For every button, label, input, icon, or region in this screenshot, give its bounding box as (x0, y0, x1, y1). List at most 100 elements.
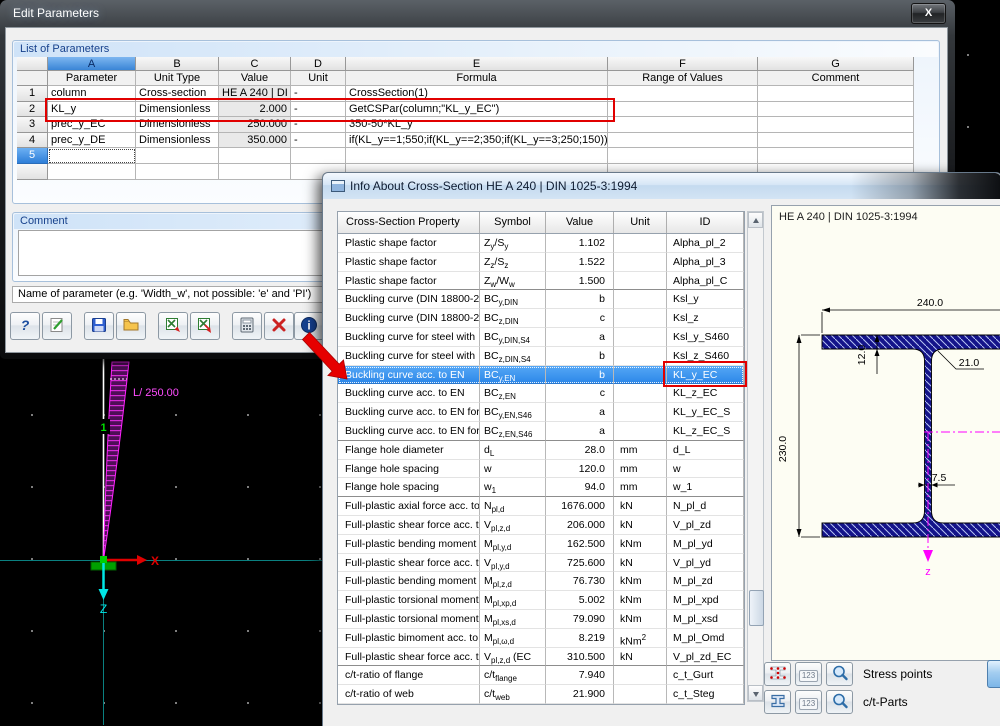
table-cell[interactable]: G (758, 57, 914, 71)
table-cell[interactable]: c/tweb (480, 685, 546, 704)
table-row[interactable]: Flange hole spacing w1 94.0 mm w_1 (338, 478, 744, 498)
table-cell[interactable]: kNm (614, 572, 667, 592)
table-cell[interactable]: C (219, 57, 291, 71)
stress-points-numbering-button[interactable]: 123 (795, 662, 822, 686)
table-cell[interactable]: 5 (17, 148, 48, 164)
table-cell[interactable]: w (667, 459, 744, 479)
table-cell[interactable] (614, 327, 667, 347)
table-cell[interactable] (614, 271, 667, 291)
table-cell[interactable] (758, 148, 914, 164)
table-cell[interactable]: Ksl_z (667, 309, 744, 328)
window-titlebar[interactable]: Info About Cross-Section HE A 240 | DIN … (323, 173, 1000, 199)
table-cell[interactable]: 7.940 (546, 666, 614, 686)
table-row[interactable]: Buckling curve (DIN 18800-2: BCy,DIN b Ksl_… (338, 290, 744, 310)
table-cell[interactable]: kN (614, 647, 667, 667)
table-cell[interactable]: Mpl,ω,d (480, 628, 546, 648)
table-cell[interactable] (614, 309, 667, 328)
table-cell[interactable]: Mpl,z,d (480, 572, 546, 592)
column-header[interactable]: Unit (614, 212, 667, 233)
table-cell[interactable]: Plastic shape factor (338, 252, 480, 272)
table-row[interactable]: c/t-ratio of web c/tweb 21.900 c_t_Steg (338, 685, 744, 704)
table-row[interactable]: 5 (17, 148, 914, 164)
table-row[interactable]: Buckling curve (DIN 18800-2: BCz,DIN c Ksl_… (338, 309, 744, 328)
table-cell[interactable]: Buckling curve acc. to EN (338, 365, 480, 385)
table-cell[interactable]: V_pl_zd (667, 515, 744, 535)
table-cell[interactable]: Vpl,z,d (480, 515, 546, 535)
table-cell[interactable]: a (546, 403, 614, 422)
table-cell[interactable]: kNm (614, 591, 667, 610)
table-cell[interactable]: M_pl_Omd (667, 628, 744, 648)
table-cell[interactable]: kN (614, 497, 667, 516)
table-cell[interactable]: Buckling curve (DIN 18800-2: (338, 309, 480, 328)
table-cell[interactable]: Full-plastic shear force acc. t (338, 647, 480, 667)
edit-comment-button[interactable] (42, 312, 72, 340)
table-cell[interactable]: Plastic shape factor (338, 271, 480, 291)
table-cell[interactable]: Zy/Sy (480, 234, 546, 253)
table-cell[interactable]: BCy,EN (480, 365, 546, 385)
table-cell[interactable] (614, 346, 667, 366)
table-cell[interactable] (758, 86, 914, 102)
table-cell[interactable] (17, 163, 48, 180)
table-cell[interactable]: M_pl_zd (667, 572, 744, 592)
table-cell[interactable]: c/t-ratio of web (338, 685, 480, 704)
table-cell[interactable]: 21.900 (546, 685, 614, 704)
table-cell[interactable]: 4 (17, 132, 48, 149)
scrollbar-thumb[interactable] (749, 590, 764, 626)
table-cell[interactable]: M_pl_xpd (667, 591, 744, 610)
table-row[interactable]: ABCDEFG (17, 57, 914, 71)
table-cell[interactable]: 8.219 (546, 628, 614, 648)
table-cell[interactable] (758, 132, 914, 149)
table-cell[interactable]: Full-plastic axial force acc. to (338, 497, 480, 516)
table-cell[interactable]: 310.500 (546, 647, 614, 667)
table-cell[interactable]: BCy,EN,S46 (480, 403, 546, 422)
table-cell[interactable]: B (136, 57, 219, 71)
table-cell[interactable]: c/t-ratio of flange (338, 666, 480, 686)
table-cell[interactable]: if(KL_y==1;550;if(KL_y==2;350;if(KL_y==3… (346, 132, 608, 149)
table-cell[interactable] (614, 421, 667, 441)
table-cell[interactable]: Ksl_y_S460 (667, 327, 744, 347)
table-scrollbar[interactable] (747, 211, 764, 702)
table-cell[interactable]: Buckling curve (DIN 18800-2: (338, 290, 480, 310)
table-cell[interactable]: b (546, 346, 614, 366)
table-cell[interactable] (219, 163, 291, 180)
table-cell[interactable] (758, 117, 914, 133)
table-cell[interactable]: Unit (291, 71, 346, 86)
column-header[interactable]: Value (546, 212, 614, 233)
table-cell[interactable] (758, 101, 914, 118)
table-row[interactable]: Plastic shape factor Zw/Ww 1.500 Alpha_pl_C (338, 271, 744, 291)
table-cell[interactable]: Buckling curve acc. to EN for (338, 421, 480, 441)
table-cell[interactable]: c_t_Gurt (667, 666, 744, 686)
table-cell[interactable]: BCy,DIN,S4 (480, 327, 546, 347)
table-cell[interactable]: D (291, 57, 346, 71)
save-parameters-button[interactable] (84, 312, 114, 340)
table-cell[interactable]: prec_y_DE (48, 132, 136, 149)
table-cell[interactable] (614, 403, 667, 422)
ct-parts-numbering-button[interactable]: 123 (795, 690, 822, 714)
table-cell[interactable]: 162.500 (546, 534, 614, 554)
delete-parameter-button[interactable] (264, 312, 294, 340)
table-cell[interactable]: 94.0 (546, 478, 614, 498)
table-cell[interactable]: 76.730 (546, 572, 614, 592)
table-cell[interactable]: Alpha_pl_2 (667, 234, 744, 253)
node-symbol[interactable] (100, 556, 107, 563)
table-row[interactable]: Full-plastic bimoment acc. to Mpl,ω,d 8.21… (338, 628, 744, 648)
calculator-button[interactable] (232, 312, 262, 340)
table-cell[interactable] (17, 71, 48, 86)
table-row[interactable]: Flange hole diameter dL 28.0 mm d_L (338, 440, 744, 460)
table-row[interactable]: Full-plastic shear force acc. t Vpl,z,d (… (338, 647, 744, 667)
table-cell[interactable]: 1 (17, 86, 48, 102)
table-cell[interactable] (136, 148, 219, 164)
table-cell[interactable]: dL (480, 440, 546, 460)
stress-points-details-button[interactable] (826, 662, 853, 686)
table-cell[interactable]: w_1 (667, 478, 744, 498)
export-table-button[interactable] (190, 312, 220, 340)
table-cell[interactable]: w (480, 459, 546, 479)
table-cell[interactable]: 1676.000 (546, 497, 614, 516)
table-cell[interactable] (614, 290, 667, 310)
table-cell[interactable]: Full-plastic shear force acc. t (338, 515, 480, 535)
table-cell[interactable]: Mpl,xs,d (480, 609, 546, 629)
table-cell[interactable] (608, 117, 758, 133)
table-cell[interactable] (608, 148, 758, 164)
table-cell[interactable]: c_t_Steg (667, 685, 744, 704)
table-cell[interactable]: Ksl_y (667, 290, 744, 310)
